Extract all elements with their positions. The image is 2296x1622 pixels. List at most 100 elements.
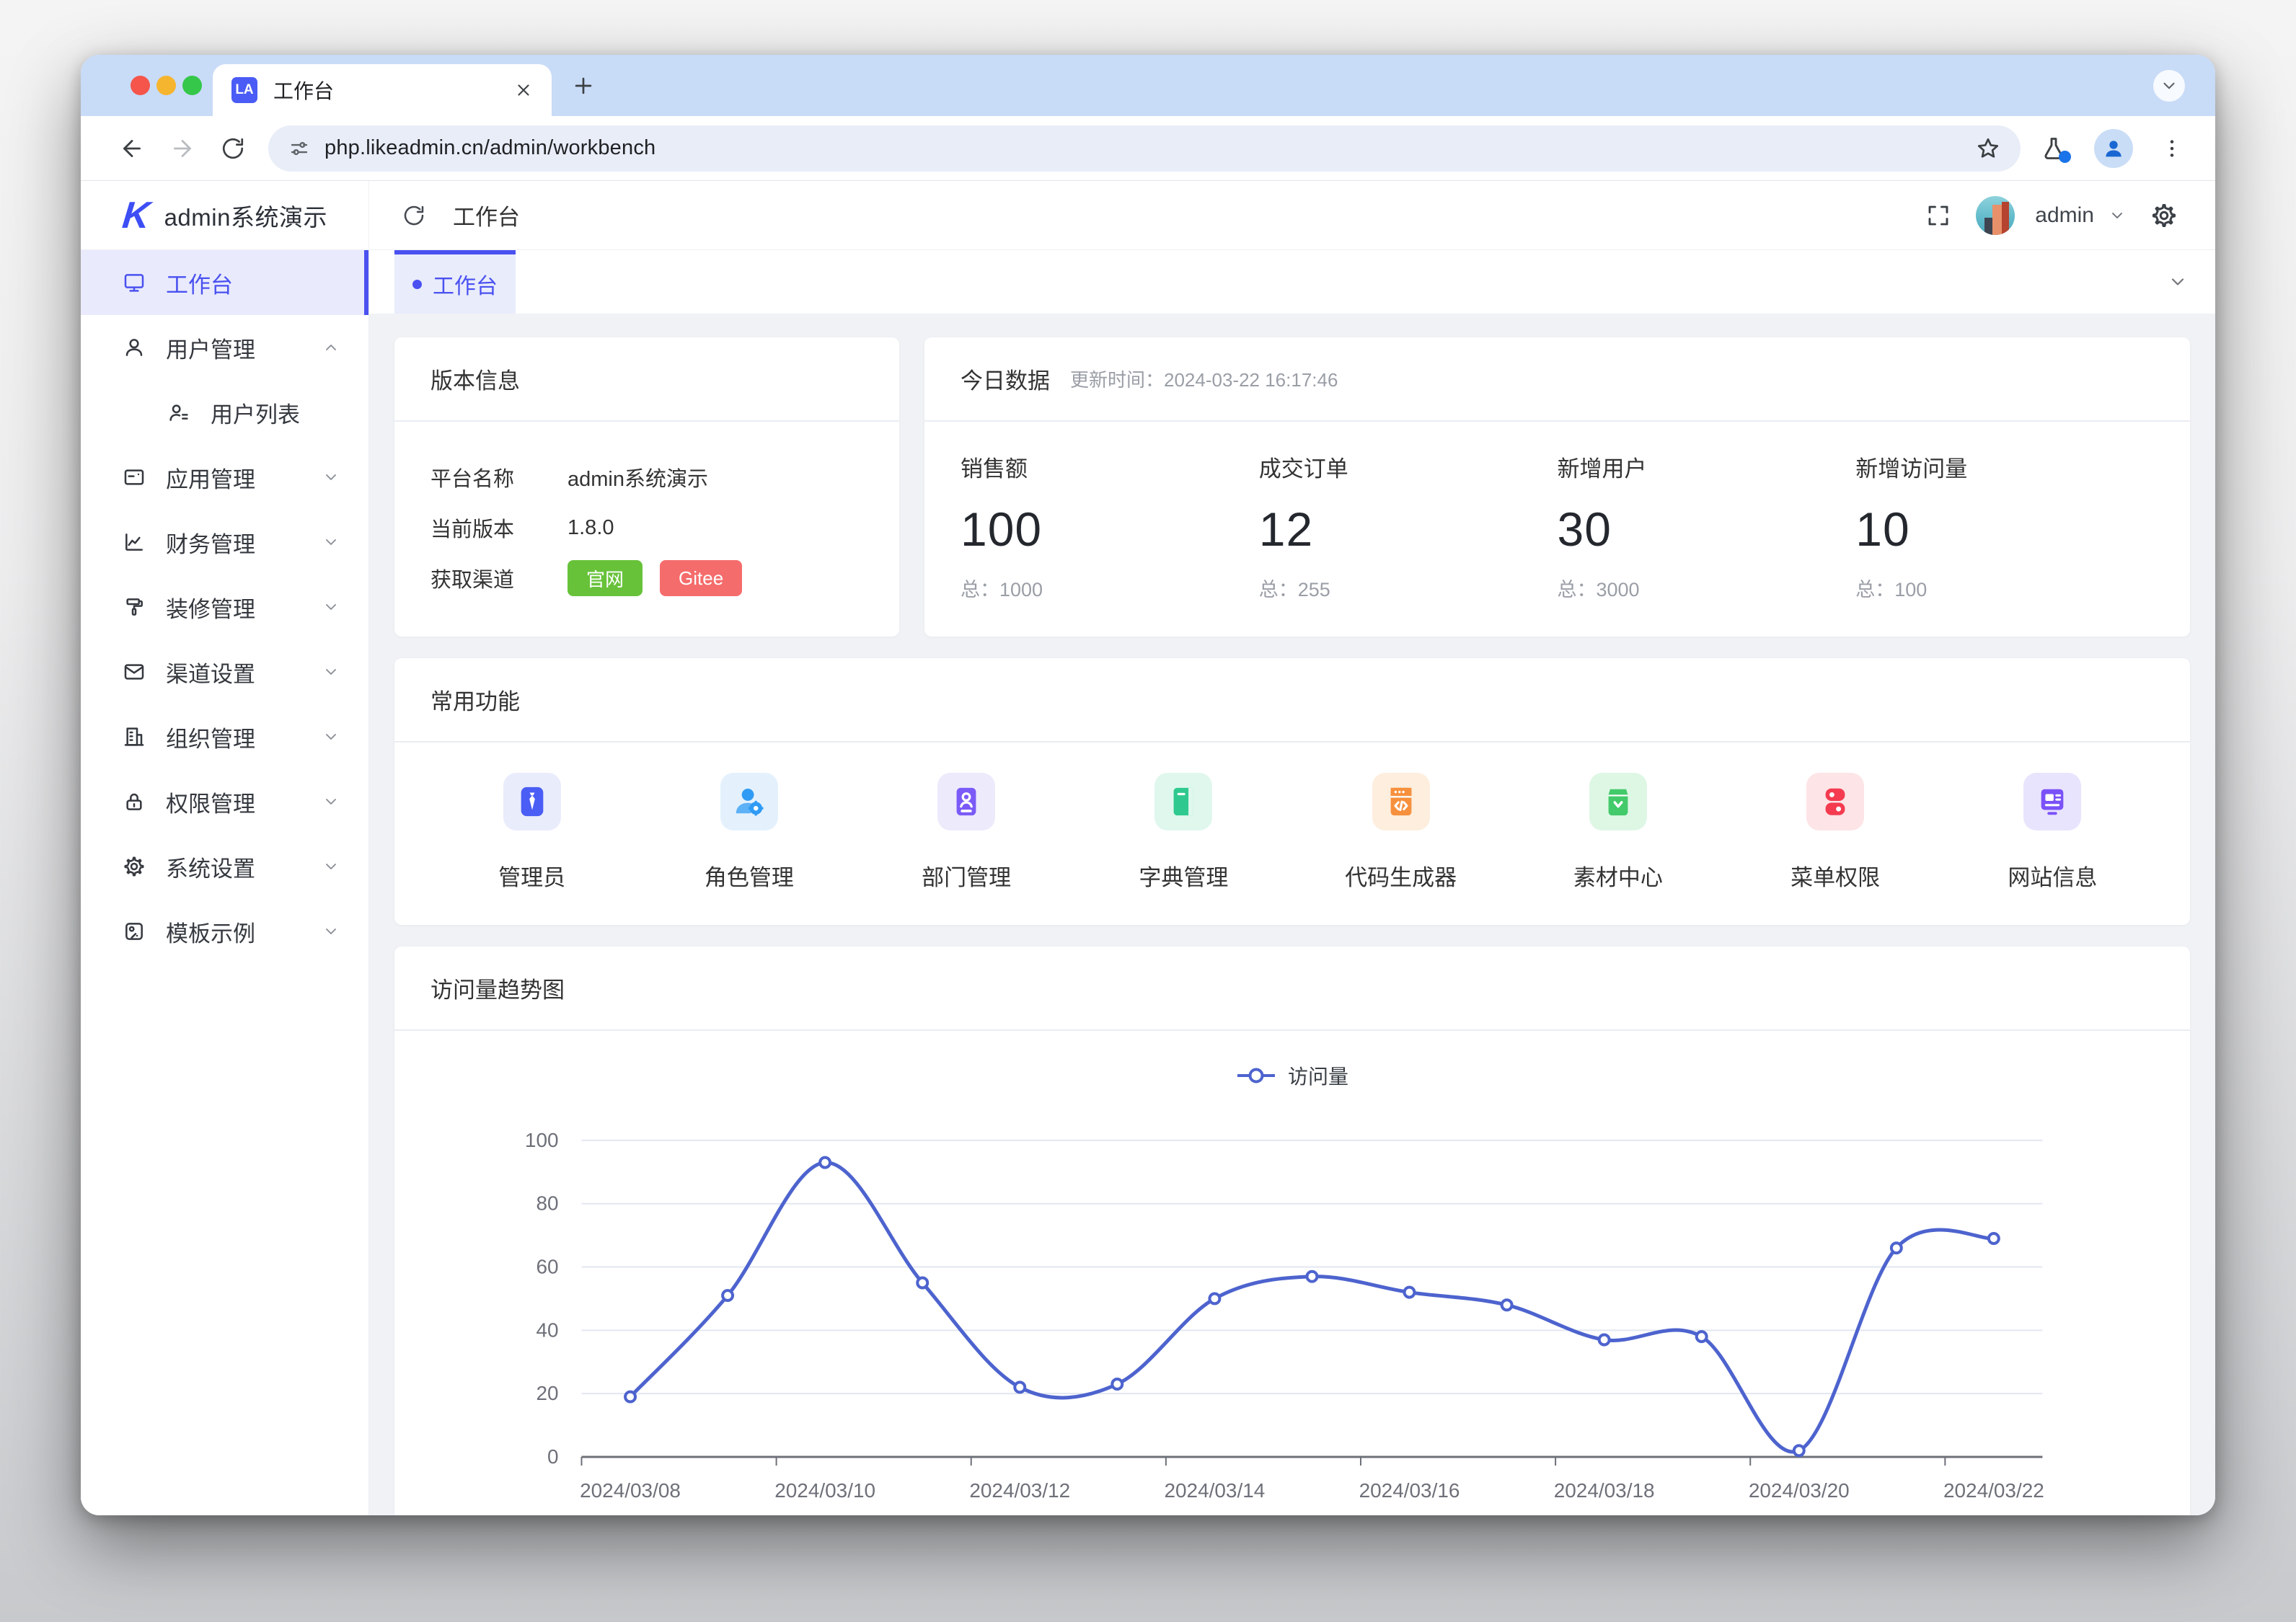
tag-bar: 工作台 <box>369 250 2215 314</box>
today-stat: 新增用户 30 总：3000 <box>1558 451 1856 602</box>
browser-profile-avatar[interactable] <box>2094 129 2133 168</box>
forward-button[interactable] <box>157 136 208 161</box>
active-tag-label: 工作台 <box>433 268 498 300</box>
tab-close-icon[interactable] <box>514 81 533 99</box>
legend-label: 访问量 <box>1288 1061 1348 1090</box>
sidebar-item-label: 模板示例 <box>166 916 302 948</box>
user-menu-chevron-icon[interactable] <box>2109 207 2126 224</box>
sidebar-item-gear[interactable]: 系统设置 <box>81 834 368 899</box>
feature-item-dict[interactable]: 字典管理 <box>1075 773 1292 892</box>
version-row-label: 平台名称 <box>430 462 568 492</box>
browser-tab-active[interactable]: LA 工作台 <box>213 64 552 116</box>
sidebar-nav: 工作台用户管理用户列表应用管理财务管理装修管理渠道设置组织管理权限管理系统设置模… <box>81 250 369 1515</box>
app-header: K admin系统演示 工作台 admin <box>81 181 2215 250</box>
bookmark-star-icon[interactable] <box>1976 136 2000 161</box>
workbench-content: 版本信息 平台名称admin系统演示当前版本1.8.0获取渠道官网Gitee 今… <box>369 314 2215 1515</box>
svg-text:2024/03/22: 2024/03/22 <box>1943 1479 2044 1502</box>
logo-mark: K <box>120 197 151 234</box>
sidebar-item-label: 用户管理 <box>166 332 302 364</box>
channel-icon <box>123 660 146 683</box>
chevron-down-icon <box>322 728 340 745</box>
channel-button-gitee[interactable]: Gitee <box>660 560 742 596</box>
sidebar-item-org[interactable]: 组织管理 <box>81 704 368 769</box>
stat-value: 12 <box>1259 502 1558 557</box>
svg-text:20: 20 <box>536 1382 558 1404</box>
stat-total: 总：3000 <box>1558 574 1856 602</box>
svg-text:2024/03/18: 2024/03/18 <box>1554 1479 1655 1502</box>
role-icon <box>720 773 778 830</box>
sidebar-item-channel[interactable]: 渠道设置 <box>81 639 368 704</box>
monitor-icon <box>123 271 146 294</box>
chart-legend[interactable]: 访问量 <box>394 1031 2190 1090</box>
site-settings-icon[interactable] <box>288 138 310 159</box>
zoom-window-button[interactable] <box>182 76 202 95</box>
reload-button[interactable] <box>208 136 258 161</box>
minimize-window-button[interactable] <box>156 76 176 95</box>
url-bar[interactable]: php.likeadmin.cn/admin/workbench <box>268 125 2021 172</box>
stat-total: 总：1000 <box>961 574 1259 602</box>
decorate-icon <box>123 595 146 619</box>
feature-item-material[interactable]: 素材中心 <box>1509 773 1726 892</box>
feature-item-role[interactable]: 角色管理 <box>640 773 857 892</box>
close-window-button[interactable] <box>131 76 150 95</box>
legend-line-symbol-icon <box>1236 1065 1276 1086</box>
username[interactable]: admin <box>2035 203 2094 228</box>
tag-workbench[interactable]: 工作台 <box>394 250 516 314</box>
admin-app: K admin系统演示 工作台 admin 工作台用户管理用户列表应用管理财务管… <box>81 181 2215 1515</box>
feature-label: 代码生成器 <box>1345 859 1457 892</box>
breadcrumb-label: 工作台 <box>453 199 520 231</box>
settings-gear-icon[interactable] <box>2150 202 2178 229</box>
app-logo[interactable]: K admin系统演示 <box>81 181 369 249</box>
sidebar-item-monitor[interactable]: 工作台 <box>81 250 368 315</box>
chevron-down-icon <box>322 469 340 486</box>
sidebar-item-finance[interactable]: 财务管理 <box>81 510 368 575</box>
feature-item-dept[interactable]: 部门管理 <box>858 773 1075 892</box>
fullscreen-icon[interactable] <box>1925 203 1951 229</box>
feature-item-site[interactable]: 网站信息 <box>1944 773 2161 892</box>
feature-label: 素材中心 <box>1573 859 1663 892</box>
dept-icon <box>937 773 995 830</box>
svg-text:2024/03/16: 2024/03/16 <box>1359 1479 1460 1502</box>
tab-title: 工作台 <box>273 76 514 105</box>
feature-label: 角色管理 <box>705 859 794 892</box>
sidebar-item-user-list[interactable]: 用户列表 <box>81 380 368 445</box>
sidebar-item-label: 工作台 <box>166 267 340 299</box>
sidebar-item-app[interactable]: 应用管理 <box>81 445 368 510</box>
sidebar-item-label: 渠道设置 <box>166 656 302 688</box>
feature-label: 菜单权限 <box>1791 859 1880 892</box>
material-icon <box>1589 773 1647 830</box>
chevron-down-icon <box>322 923 340 940</box>
tabstrip-chevron-down-icon[interactable] <box>2153 70 2185 102</box>
lock-icon <box>123 790 146 813</box>
feature-item-admin[interactable]: 管理员 <box>423 773 640 892</box>
version-row: 平台名称admin系统演示 <box>430 452 863 502</box>
features-card-title: 常用功能 <box>430 683 520 716</box>
feature-item-code[interactable]: 代码生成器 <box>1292 773 1509 892</box>
user-avatar[interactable] <box>1976 196 2015 235</box>
common-functions-card: 常用功能 管理员 角色管理 部门管理 字典管理 代码生成器 素材中心 菜单权限 … <box>394 658 2190 925</box>
window-controls <box>131 76 202 95</box>
code-icon <box>1372 773 1430 830</box>
experiments-flask-icon[interactable] <box>2041 136 2067 161</box>
version-row: 当前版本1.8.0 <box>430 502 863 553</box>
svg-text:2024/03/10: 2024/03/10 <box>774 1479 875 1502</box>
tagbar-chevron-down-icon[interactable] <box>2168 272 2188 292</box>
channel-button-官网[interactable]: 官网 <box>568 560 643 596</box>
refresh-page-icon[interactable] <box>402 204 425 227</box>
feature-item-menu-auth[interactable]: 菜单权限 <box>1727 773 1944 892</box>
svg-text:2024/03/12: 2024/03/12 <box>969 1479 1070 1502</box>
sidebar-item-lock[interactable]: 权限管理 <box>81 769 368 834</box>
svg-text:40: 40 <box>536 1319 558 1341</box>
svg-text:2024/03/20: 2024/03/20 <box>1749 1479 1850 1502</box>
tab-favicon: LA <box>231 77 257 103</box>
sidebar-item-user[interactable]: 用户管理 <box>81 315 368 380</box>
back-button[interactable] <box>107 136 157 161</box>
browser-menu-icon[interactable] <box>2160 137 2184 160</box>
sidebar-item-template[interactable]: 模板示例 <box>81 899 368 964</box>
stat-label: 销售额 <box>961 451 1259 483</box>
sidebar-item-decorate[interactable]: 装修管理 <box>81 575 368 639</box>
version-row-value: 1.8.0 <box>568 516 614 540</box>
new-tab-button[interactable] <box>571 74 596 98</box>
today-updated-time: 更新时间：2024-03-22 16:17:46 <box>1070 365 1338 392</box>
browser-window: LA 工作台 php.likeadmin.cn/admin/workbench <box>81 55 2215 1515</box>
